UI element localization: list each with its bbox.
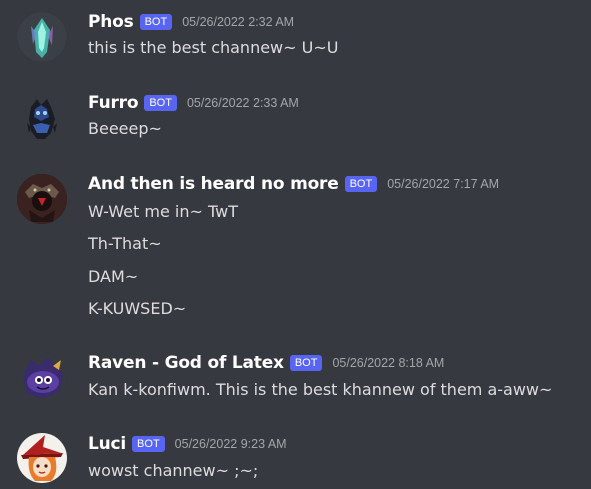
message-header: Luci BOT 05/26/2022 9:23 AM bbox=[88, 433, 287, 455]
message-header: Furro BOT 05/26/2022 2:33 AM bbox=[88, 92, 299, 114]
message-text: DAM~ bbox=[88, 267, 139, 286]
timestamp[interactable]: 05/26/2022 2:32 AM bbox=[182, 15, 294, 29]
message-text: W-Wet me in~ TwT bbox=[88, 202, 238, 221]
message-text: Kan k-konfiwm. This is the best khannew … bbox=[88, 380, 553, 399]
dark-creature-avatar-icon bbox=[17, 93, 67, 143]
user-avatar[interactable] bbox=[17, 174, 67, 224]
message-header: Raven - God of Latex BOT 05/26/2022 8:18… bbox=[88, 352, 444, 374]
timestamp[interactable]: 05/26/2022 2:33 AM bbox=[187, 96, 299, 110]
user-avatar[interactable] bbox=[17, 433, 67, 483]
username[interactable]: Phos bbox=[88, 12, 134, 32]
username[interactable]: Luci bbox=[88, 434, 126, 454]
timestamp[interactable]: 05/26/2022 8:18 AM bbox=[332, 356, 444, 370]
timestamp[interactable]: 05/26/2022 9:23 AM bbox=[175, 437, 287, 451]
bot-badge: BOT bbox=[132, 436, 165, 452]
message-text: this is the best channew~ U~U bbox=[88, 38, 339, 57]
bot-badge: BOT bbox=[139, 14, 173, 30]
message-header: And then is heard no more BOT 05/26/2022… bbox=[88, 173, 499, 195]
purple-creature-avatar-icon bbox=[17, 352, 67, 402]
bot-badge: BOT bbox=[144, 95, 177, 111]
message-text: wowst channew~ ;~; bbox=[88, 461, 259, 480]
bot-badge: BOT bbox=[344, 176, 378, 192]
crystal-figure-avatar-icon bbox=[17, 12, 67, 62]
dark-figure-avatar-icon bbox=[17, 174, 67, 224]
user-avatar[interactable] bbox=[17, 93, 67, 143]
username[interactable]: And then is heard no more bbox=[88, 174, 339, 194]
timestamp[interactable]: 05/26/2022 7:17 AM bbox=[387, 177, 499, 191]
message-text: K-KUWSED~ bbox=[88, 299, 187, 318]
message-text: Beeeep~ bbox=[88, 119, 162, 138]
username[interactable]: Furro bbox=[88, 93, 139, 113]
message-header: Phos BOT 05/26/2022 2:32 AM bbox=[88, 11, 294, 33]
username[interactable]: Raven - God of Latex bbox=[88, 353, 284, 373]
user-avatar[interactable] bbox=[17, 352, 67, 402]
witch-hat-avatar-icon bbox=[17, 433, 67, 483]
message-text: Th-That~ bbox=[88, 234, 162, 253]
bot-badge: BOT bbox=[289, 355, 323, 371]
user-avatar[interactable] bbox=[17, 12, 67, 62]
